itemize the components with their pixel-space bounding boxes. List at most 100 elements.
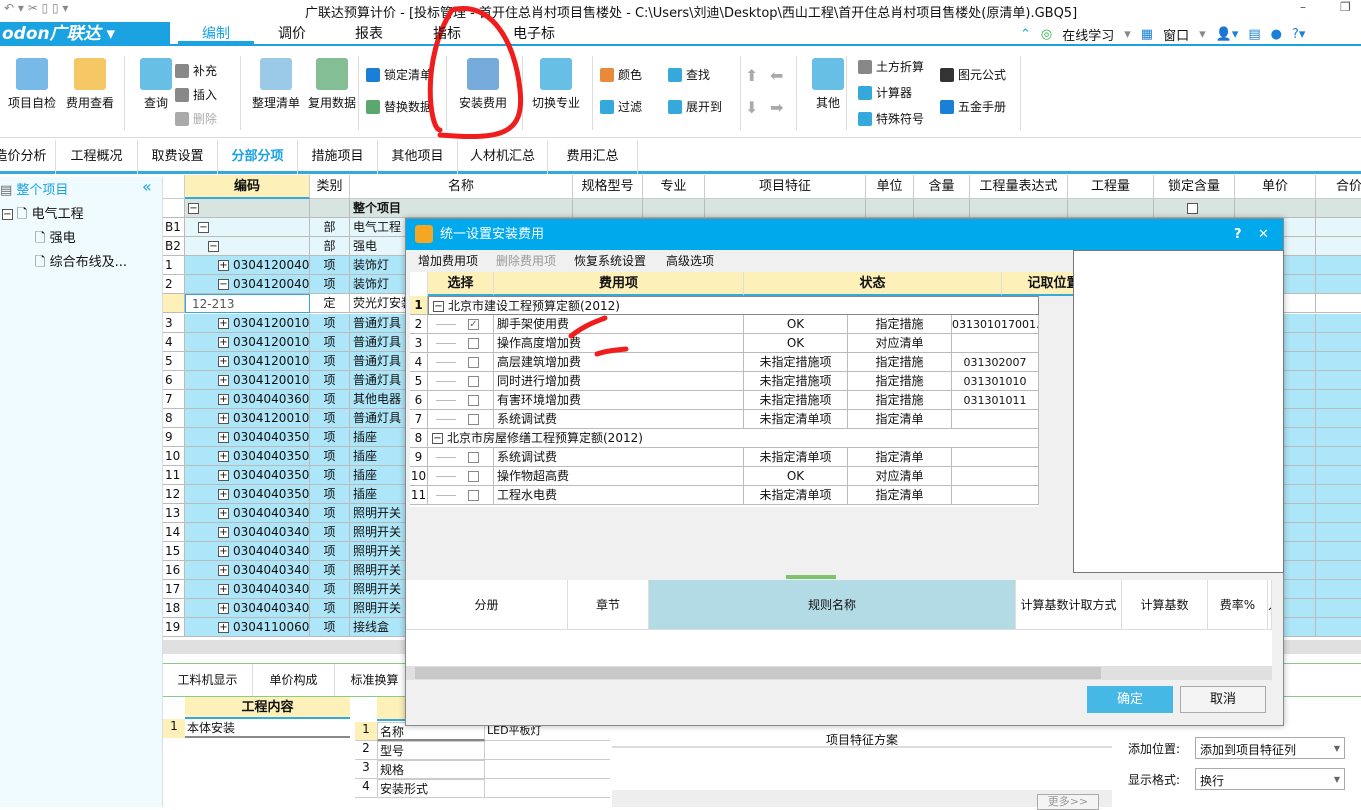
detail-tab-2[interactable]: 标准换算 [335,664,415,696]
minimize-button[interactable]: – [1300,0,1306,14]
specific-item-cell[interactable] [952,410,1039,429]
select-checkbox[interactable] [468,395,479,406]
rule-column-header-3[interactable]: 计算基数计取方式 [1016,580,1122,630]
specific-item-cell[interactable] [952,486,1039,505]
type-cell[interactable]: 项 [310,371,350,390]
select-cell[interactable] [428,372,494,391]
add-fee-item-button[interactable]: 增加费用项 [418,252,478,269]
code-cell[interactable]: +030412001033 [185,409,310,428]
code-cell[interactable]: +030404034014 [185,599,310,618]
expand-toggle-icon[interactable]: + [218,546,229,557]
rule-column-header-4[interactable]: 计算基数 [1122,580,1208,630]
fee-group-row[interactable]: − 北京市房屋修缮工程预算定额(2012) [428,429,1039,448]
type-cell[interactable]: 项 [310,390,350,409]
online-learning-button[interactable]: 在线学习 [1062,25,1114,44]
restore-defaults-button[interactable]: 恢复系统设置 [574,252,646,269]
specific-item-cell[interactable] [952,448,1039,467]
status-cell[interactable]: OK [744,334,848,353]
rule-column-header-1[interactable]: 章节 [568,580,649,630]
fee-row[interactable]: 8− 北京市房屋修缮工程预算定额(2012) [410,429,1039,448]
code-cell[interactable]: +030404034013 [185,580,310,599]
grid-cell[interactable] [1316,409,1361,428]
type-cell[interactable]: 定 [310,294,350,313]
select-checkbox[interactable] [468,452,479,463]
expand-toggle-icon[interactable]: + [218,527,229,538]
expand-toggle-icon[interactable]: − [218,279,229,290]
type-cell[interactable]: 项 [310,466,350,485]
specific-item-cell[interactable]: 031301011 [952,391,1039,410]
status-cell[interactable]: 未指定措施项 [744,372,848,391]
expand-toggle-icon[interactable]: + [218,508,229,519]
view-tab-3[interactable]: 分部分项 [218,140,298,174]
ok-button[interactable]: 确定 [1087,686,1173,713]
fee-row[interactable]: 11 工程水电费 未指定清单项 指定清单 [410,486,1039,505]
position-cell[interactable]: 指定清单 [848,448,952,467]
column-header-12[interactable]: 合价 [1316,175,1361,199]
column-header-11[interactable]: 单价 [1235,175,1316,199]
code-cell[interactable]: +030404035012 [185,466,310,485]
work-content-row[interactable]: 本体安装 [185,719,350,738]
detail-tab-0[interactable]: 工料机显示 [163,664,253,696]
ribbon-button-0[interactable]: 项目自检 [4,52,60,111]
expand-toggle-icon[interactable]: + [218,584,229,595]
ribbon-small-button-2[interactable]: 删除 [175,110,217,127]
ribbon-small-button-9[interactable]: 土方折算 [858,58,924,75]
code-cell[interactable]: +030412001031 [185,371,310,390]
view-tab-7[interactable]: 费用汇总 [548,140,638,174]
expand-toggle-icon[interactable]: − [198,222,209,233]
position-cell[interactable]: 指定清单 [848,410,952,429]
fee-row[interactable]: 6 有害环境增加费 未指定措施项 指定措施 031301011 [410,391,1039,410]
collapse-toggle-icon[interactable]: − [433,301,444,312]
splitter-handle[interactable] [786,575,836,579]
type-cell[interactable]: 项 [310,485,350,504]
fee-row[interactable]: 9 系统调试费 未指定清单项 指定清单 [410,448,1039,467]
column-header-4[interactable]: 专业 [643,175,705,199]
grid-cell[interactable] [1316,390,1361,409]
code-cell[interactable]: − [185,237,310,256]
status-cell[interactable]: 未指定措施项 [744,391,848,410]
ribbon-small-button-11[interactable]: 特殊符号 [858,110,924,127]
specific-item-cell[interactable]: 031302007 [952,353,1039,372]
grid-cell[interactable] [1316,580,1361,599]
collapse-ribbon-icon[interactable]: ⌃ [1020,27,1031,42]
ribbon-small-button-13[interactable]: 五金手册 [940,98,1006,115]
grid-cell[interactable] [1316,352,1361,371]
ribbon-small-button-10[interactable]: 计算器 [858,84,912,101]
expand-toggle-icon[interactable]: − [208,241,219,252]
fee-row[interactable]: 7 系统调试费 未指定清单项 指定清单 [410,410,1039,429]
code-cell[interactable]: +030412004001 [185,256,310,275]
select-checkbox[interactable]: ✓ [468,319,479,330]
rule-column-header-6[interactable]: 人 [1268,580,1272,630]
position-cell[interactable]: 指定清单 [848,486,952,505]
message-icon[interactable]: ▤ [1248,27,1260,42]
expand-toggle-icon[interactable]: + [218,318,229,329]
dialog-title-bar[interactable]: 统一设置安装费用 ? ✕ [406,219,1283,250]
expand-toggle-icon[interactable]: + [218,260,229,271]
expand-toggle-icon[interactable]: + [218,432,229,443]
select-cell[interactable] [428,353,494,372]
type-cell[interactable]: 项 [310,314,350,333]
ribbon-small-button-3[interactable]: 锁定清单 [366,66,432,83]
grid-cell[interactable] [1316,428,1361,447]
fee-name-cell[interactable]: 同时进行增加费 [494,372,744,391]
specific-item-cell[interactable]: 031301010 [952,372,1039,391]
grid-cell[interactable] [1316,447,1361,466]
menu-tab-3[interactable]: 指标 [412,24,482,44]
ribbon-button-4[interactable]: 复用数据 [304,52,360,111]
select-cell[interactable] [428,467,494,486]
fee-name-cell[interactable]: 工程水电费 [494,486,744,505]
ribbon-small-button-0[interactable]: 补充 [175,62,217,79]
type-cell[interactable]: 项 [310,409,350,428]
position-cell[interactable]: 对应清单 [848,334,952,353]
select-cell[interactable] [428,334,494,353]
status-cell[interactable]: 未指定清单项 [744,410,848,429]
feature-name[interactable]: 规格 [377,760,485,779]
grid-cell[interactable] [643,199,705,218]
position-cell[interactable]: 对应清单 [848,467,952,486]
code-cell[interactable]: +030404036001 [185,390,310,409]
expand-toggle-icon[interactable]: + [218,470,229,481]
feature-value[interactable] [485,760,610,779]
type-cell[interactable]: 项 [310,561,350,580]
name-cell[interactable]: 整个项目 [350,199,573,218]
code-cell[interactable]: +030412001029 [185,333,310,352]
